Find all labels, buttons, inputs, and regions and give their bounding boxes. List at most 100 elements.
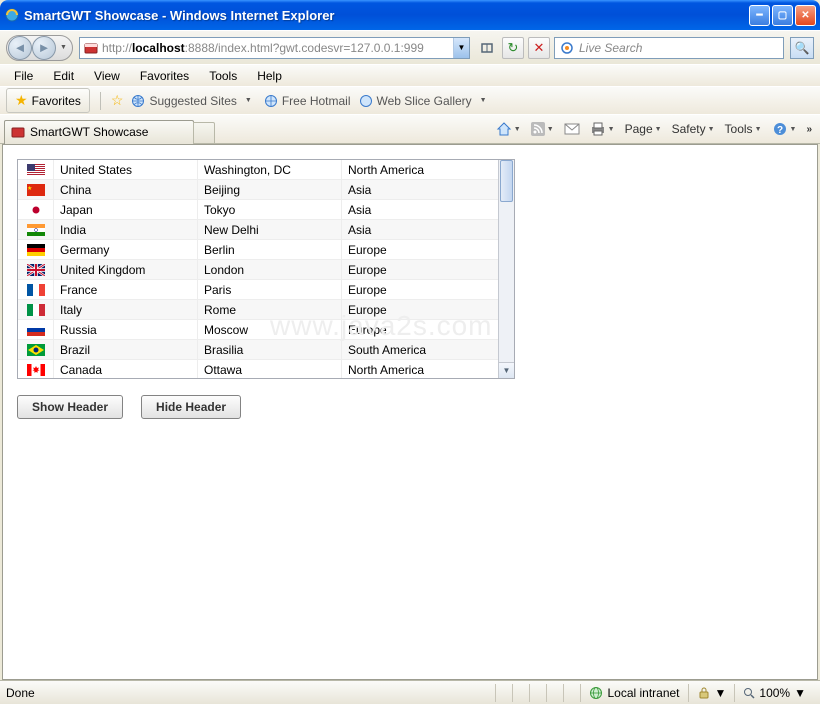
flag-cell xyxy=(18,260,54,279)
refresh-button[interactable]: ↻ xyxy=(502,37,524,59)
window-titlebar: SmartGWT Showcase - Windows Internet Exp… xyxy=(0,0,820,30)
help-button[interactable]: ? ▼ xyxy=(768,119,801,139)
cmd-safety[interactable]: Safety▼ xyxy=(668,120,719,138)
hide-header-button[interactable]: Hide Header xyxy=(141,395,241,419)
chevron-down-icon: ▼ xyxy=(241,97,256,104)
table-row[interactable]: FranceParisEurope xyxy=(18,280,498,300)
ie-icon xyxy=(4,7,20,23)
flag-cell xyxy=(18,240,54,259)
page-favicon xyxy=(83,40,99,56)
menu-file[interactable]: File xyxy=(4,67,43,85)
navigation-bar: ◄ ► ▼ http://localhost:8888/index.html?g… xyxy=(0,30,820,64)
table-row[interactable]: ItalyRomeEurope xyxy=(18,300,498,320)
compat-view-button[interactable] xyxy=(476,37,498,59)
favorites-button[interactable]: ★ Favorites xyxy=(6,88,90,113)
status-pane xyxy=(495,684,512,702)
capital-cell: Moscow xyxy=(198,320,342,339)
svg-text:?: ? xyxy=(776,125,782,136)
home-button[interactable]: ▼ xyxy=(492,119,525,139)
country-cell: Germany xyxy=(54,240,198,259)
search-go-button[interactable]: 🔍 xyxy=(790,37,814,59)
country-cell: China xyxy=(54,180,198,199)
menu-edit[interactable]: Edit xyxy=(43,67,84,85)
chevron-down-icon: ▼ xyxy=(476,97,491,104)
vertical-scrollbar[interactable]: ▼ xyxy=(498,160,514,378)
show-header-button[interactable]: Show Header xyxy=(17,395,123,419)
search-placeholder: Live Search xyxy=(579,41,783,55)
favlink-free-hotmail[interactable]: Free Hotmail xyxy=(264,94,351,108)
globe-icon xyxy=(359,94,373,108)
continent-cell: Asia xyxy=(342,200,498,219)
address-dropdown[interactable]: ▼ xyxy=(453,38,469,58)
menu-help[interactable]: Help xyxy=(247,67,292,85)
continent-cell: South America xyxy=(342,340,498,359)
menu-view[interactable]: View xyxy=(84,67,130,85)
zone-icon xyxy=(589,686,603,700)
favlink-suggested-sites[interactable]: Suggested Sites ▼ xyxy=(131,94,255,108)
status-pane xyxy=(512,684,529,702)
read-mail-button[interactable] xyxy=(560,121,584,137)
capital-cell: Tokyo xyxy=(198,200,342,219)
scrollbar-down-button[interactable]: ▼ xyxy=(499,362,514,378)
cmd-page[interactable]: Page▼ xyxy=(621,120,666,138)
country-cell: Brazil xyxy=(54,340,198,359)
scrollbar-thumb[interactable] xyxy=(500,160,513,202)
star-icon: ★ xyxy=(15,92,28,109)
tab-favicon xyxy=(11,125,25,139)
command-bar: ▼ ▼ ▼ Page▼ Safety▼ Tools▼ ? ▼ » xyxy=(492,119,816,139)
window-minimize-button[interactable]: ━ xyxy=(749,5,770,26)
table-row[interactable]: United StatesWashington, DCNorth America xyxy=(18,160,498,180)
content-pane: United StatesWashington, DCNorth America… xyxy=(2,144,818,680)
chevron-more-icon[interactable]: » xyxy=(802,124,816,135)
nav-history-dropdown[interactable]: ▼ xyxy=(56,44,71,51)
new-tab-button[interactable] xyxy=(193,122,215,144)
flag-cell xyxy=(18,340,54,359)
globe-icon xyxy=(131,94,145,108)
status-text: Done xyxy=(6,686,35,700)
country-cell: Canada xyxy=(54,360,198,378)
add-favorite-icon[interactable]: ☆ xyxy=(111,92,124,109)
back-button[interactable]: ◄ xyxy=(8,36,32,60)
country-cell: Italy xyxy=(54,300,198,319)
flag-cell xyxy=(18,320,54,339)
table-row[interactable]: IndiaNew DelhiAsia xyxy=(18,220,498,240)
favorites-button-label: Favorites xyxy=(32,94,81,108)
table-row[interactable]: ChinaBeijingAsia xyxy=(18,180,498,200)
menu-favorites[interactable]: Favorites xyxy=(130,67,199,85)
window-maximize-button[interactable]: ▢ xyxy=(772,5,793,26)
feeds-button[interactable]: ▼ xyxy=(527,120,558,138)
table-row[interactable]: GermanyBerlinEurope xyxy=(18,240,498,260)
grid-body[interactable]: United StatesWashington, DCNorth America… xyxy=(18,160,498,378)
window-close-button[interactable]: ✕ xyxy=(795,5,816,26)
capital-cell: Paris xyxy=(198,280,342,299)
bing-icon xyxy=(559,40,575,56)
protected-mode[interactable]: ▼ xyxy=(688,684,735,702)
menu-tools[interactable]: Tools xyxy=(199,67,247,85)
table-row[interactable]: RussiaMoscowEurope xyxy=(18,320,498,340)
favlink-web-slice-gallery[interactable]: Web Slice Gallery ▼ xyxy=(359,94,491,108)
forward-button[interactable]: ► xyxy=(32,36,56,60)
print-button[interactable]: ▼ xyxy=(586,120,619,138)
address-text: http://localhost:8888/index.html?gwt.cod… xyxy=(102,41,453,55)
capital-cell: Washington, DC xyxy=(198,160,342,179)
table-row[interactable]: United KingdomLondonEurope xyxy=(18,260,498,280)
search-bar[interactable]: Live Search xyxy=(554,37,784,59)
capital-cell: New Delhi xyxy=(198,220,342,239)
stop-button[interactable]: ✕ xyxy=(528,37,550,59)
flag-cell xyxy=(18,200,54,219)
table-row[interactable]: CanadaOttawaNorth America xyxy=(18,360,498,378)
security-zone[interactable]: Local intranet xyxy=(580,684,687,702)
table-row[interactable]: BrazilBrasiliaSouth America xyxy=(18,340,498,360)
capital-cell: Ottawa xyxy=(198,360,342,378)
zoom-control[interactable]: 100% ▼ xyxy=(734,684,814,702)
continent-cell: Europe xyxy=(342,280,498,299)
cmd-tools[interactable]: Tools▼ xyxy=(721,120,766,138)
tab-bar: SmartGWT Showcase ▼ ▼ ▼ Page▼ Safety▼ To… xyxy=(0,114,820,144)
address-bar[interactable]: http://localhost:8888/index.html?gwt.cod… xyxy=(79,37,470,59)
flag-cell xyxy=(18,280,54,299)
continent-cell: Asia xyxy=(342,220,498,239)
capital-cell: Rome xyxy=(198,300,342,319)
table-row[interactable]: JapanTokyoAsia xyxy=(18,200,498,220)
capital-cell: Brasilia xyxy=(198,340,342,359)
browser-tab[interactable]: SmartGWT Showcase xyxy=(4,120,194,144)
